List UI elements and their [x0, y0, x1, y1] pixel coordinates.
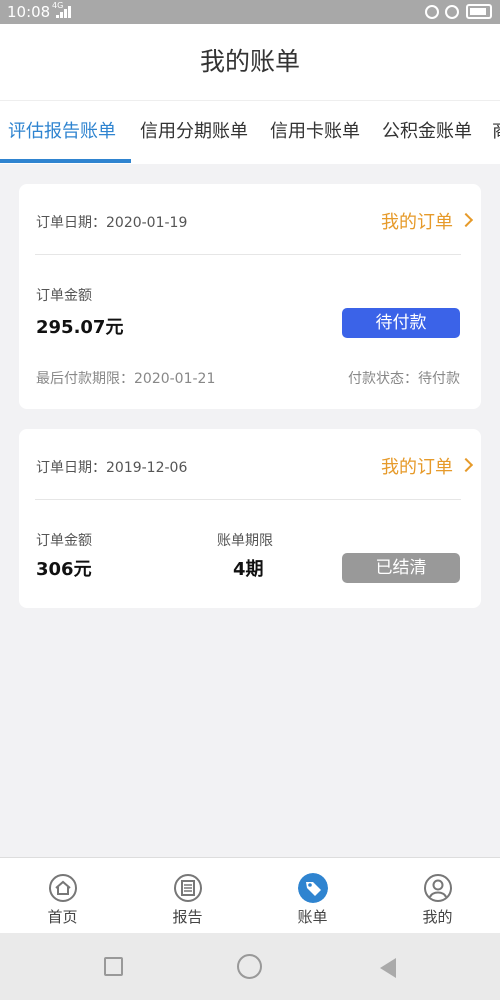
order-card: 订单日期：2019-12-06 我的订单 订单金额 306元 账单期限 4期 已…	[19, 429, 481, 608]
nav-label: 账单	[297, 908, 328, 926]
status-bar: 10:08 4G	[0, 0, 500, 24]
order-amount: 306元	[36, 559, 92, 580]
bill-type-tabs: 评估报告账单 信用分期账单 信用卡账单 公积金账单 商	[0, 100, 500, 164]
nav-bill[interactable]: 账单	[250, 858, 375, 934]
nav-label: 首页	[47, 908, 78, 926]
app-header: 我的账单	[0, 24, 500, 100]
bill-period-value: 4期	[233, 559, 264, 580]
nav-mine[interactable]: 我的	[375, 858, 500, 934]
signal-icon	[56, 6, 71, 18]
report-icon	[174, 874, 202, 902]
home-icon	[49, 874, 77, 902]
order-card: 订单日期：2020-01-19 我的订单 订单金额 295.07元 待付款 最后…	[19, 184, 481, 409]
page-title: 我的账单	[199, 47, 300, 76]
nav-label: 报告	[172, 908, 203, 926]
bottom-navigation: 首页 报告 账单 我的	[0, 857, 500, 933]
order-amount: 295.07元	[36, 317, 124, 338]
alarm-icon	[445, 5, 459, 19]
bill-period-label: 账单期限	[217, 533, 273, 549]
my-order-link[interactable]: 我的订单	[381, 453, 453, 479]
tab-credit-card-bill[interactable]: 信用卡账单	[270, 101, 360, 164]
amount-label: 订单金额	[36, 288, 92, 304]
chevron-right-icon[interactable]	[458, 457, 474, 473]
order-date: 订单日期：2019-12-06	[36, 460, 188, 476]
settled-button[interactable]: 已结清	[342, 553, 460, 583]
tab-next-partial[interactable]: 商	[492, 101, 500, 164]
card-divider	[35, 499, 461, 500]
system-navigation-bar	[0, 933, 500, 1000]
payment-status: 付款状态：待付款	[348, 371, 460, 387]
nav-home[interactable]: 首页	[0, 858, 125, 934]
chevron-right-icon[interactable]	[458, 212, 474, 228]
tab-assessment-report-bill[interactable]: 评估报告账单	[8, 101, 116, 164]
card-divider	[35, 254, 461, 255]
nav-report[interactable]: 报告	[125, 858, 250, 934]
home-button-icon[interactable]	[237, 954, 262, 979]
rotation-lock-icon	[425, 5, 439, 19]
back-icon[interactable]	[380, 958, 396, 978]
payment-deadline: 最后付款期限：2020-01-21	[36, 371, 216, 387]
my-order-link[interactable]: 我的订单	[381, 208, 453, 234]
bill-tag-icon	[298, 873, 328, 903]
status-time: 10:08	[7, 3, 51, 21]
active-tab-indicator	[0, 159, 131, 163]
user-icon	[424, 874, 452, 902]
tab-credit-installment-bill[interactable]: 信用分期账单	[140, 101, 248, 164]
pending-payment-button[interactable]: 待付款	[342, 308, 460, 338]
recent-apps-icon[interactable]	[104, 957, 123, 976]
battery-icon	[466, 4, 492, 19]
tab-housing-fund-bill[interactable]: 公积金账单	[382, 101, 472, 164]
amount-label: 订单金额	[36, 533, 92, 549]
order-date: 订单日期：2020-01-19	[36, 215, 188, 231]
nav-label: 我的	[422, 908, 453, 926]
